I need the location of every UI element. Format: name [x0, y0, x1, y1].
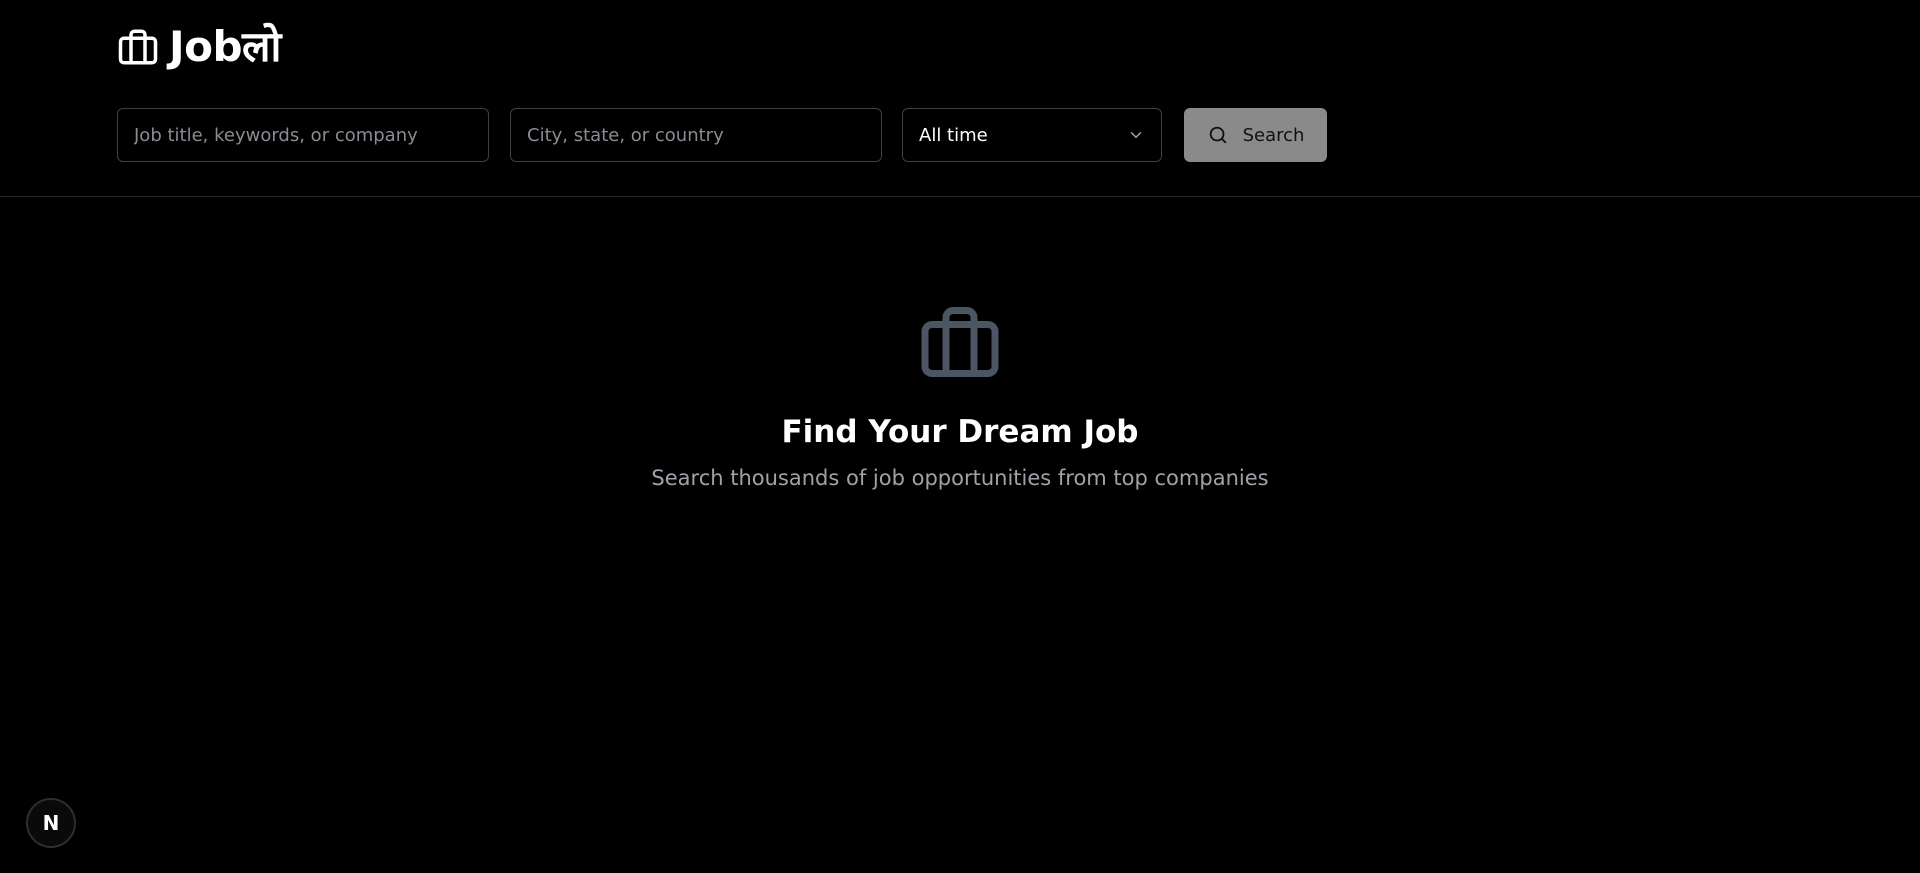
nextjs-dev-badge[interactable]: N [26, 798, 76, 848]
time-filter-value: All time [919, 124, 988, 146]
hero-subtitle: Search thousands of job opportunities fr… [651, 466, 1269, 491]
badge-label: N [42, 811, 60, 835]
hero-title: Find Your Dream Job [781, 414, 1139, 450]
search-button[interactable]: Search [1184, 108, 1327, 162]
top-header: Jobलो All time Search [0, 0, 1920, 197]
time-filter-select[interactable]: All time [902, 108, 1162, 162]
briefcase-icon [921, 307, 999, 377]
chevron-down-icon [1130, 132, 1142, 138]
brand-logo[interactable]: Jobलो [117, 26, 281, 68]
brand-name: Jobलो [169, 22, 281, 71]
search-icon [1209, 126, 1226, 144]
briefcase-icon [118, 29, 158, 65]
empty-state: Find Your Dream Job Search thousands of … [0, 300, 1920, 492]
job-keyword-input[interactable] [117, 108, 489, 162]
search-button-label: Search [1242, 124, 1305, 146]
location-input[interactable] [510, 108, 882, 162]
